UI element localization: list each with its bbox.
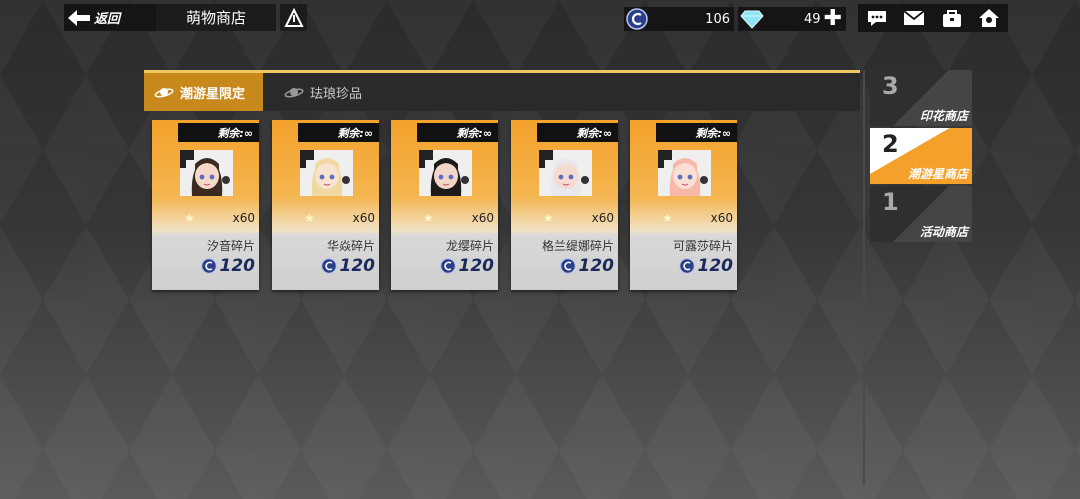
coin-amount: 106 bbox=[705, 11, 730, 27]
remaining-label: 剩余:∞ bbox=[656, 123, 737, 142]
shop-item-card[interactable]: 剩余:∞ ★ x60 可露莎碎片 120 bbox=[630, 120, 737, 290]
star-icon: ★ bbox=[543, 211, 554, 225]
star-icon: ★ bbox=[184, 211, 195, 225]
item-price: 120 bbox=[439, 256, 495, 276]
item-quantity: x60 bbox=[591, 211, 614, 225]
coin-currency-icon bbox=[678, 258, 695, 274]
character-portrait bbox=[419, 150, 472, 196]
item-grid: 剩余:∞ ★ x60 汐音碎片 120 剩余:∞ ★ x60 华焱碎片 120 剩余:∞ ★ x60 龙缨… bbox=[152, 120, 752, 292]
remaining-label: 剩余:∞ bbox=[537, 123, 618, 142]
gem-amount: 49 bbox=[804, 11, 821, 27]
shop-panel-tabs: 潮游星限定 珐琅珍品 bbox=[144, 70, 860, 111]
side-tab-label: 活动商店 bbox=[919, 225, 968, 239]
chat-icon[interactable] bbox=[866, 8, 888, 28]
back-label: 返回 bbox=[94, 12, 121, 27]
remaining-label: 剩余:∞ bbox=[178, 123, 259, 142]
item-price: 120 bbox=[200, 256, 256, 276]
item-name: 格兰缇娜碎片 bbox=[541, 239, 614, 253]
price-value: 120 bbox=[458, 256, 495, 276]
price-value: 120 bbox=[339, 256, 376, 276]
tab-limited-label: 潮游星限定 bbox=[180, 86, 246, 102]
diamond-icon bbox=[740, 10, 764, 29]
character-portrait bbox=[300, 150, 353, 196]
top-icon-group bbox=[858, 4, 1008, 32]
coin-currency-icon bbox=[626, 8, 648, 30]
side-tab-label: 印花商店 bbox=[919, 109, 968, 123]
page-title: 萌物商店 bbox=[156, 4, 276, 31]
character-portrait bbox=[180, 150, 233, 196]
item-name: 华焱碎片 bbox=[326, 239, 375, 253]
item-price: 120 bbox=[559, 256, 615, 276]
coin-currency-icon bbox=[559, 258, 576, 274]
tips-button[interactable] bbox=[280, 4, 307, 31]
back-button[interactable]: 返回 bbox=[64, 4, 156, 31]
tab-treasure[interactable]: 珐琅珍品 bbox=[284, 73, 362, 111]
character-portrait bbox=[658, 150, 711, 196]
back-arrow-icon bbox=[68, 9, 90, 26]
price-value: 120 bbox=[578, 256, 615, 276]
side-tab-event-shop[interactable]: 1 活动商店 bbox=[870, 186, 972, 242]
mail-icon[interactable] bbox=[903, 9, 925, 27]
item-quantity: x60 bbox=[352, 211, 375, 225]
top-bar: 返回 萌物商店 106 49 ✚ bbox=[0, 0, 1080, 36]
gem-counter[interactable]: 49 ✚ bbox=[738, 7, 846, 31]
character-portrait bbox=[539, 150, 592, 196]
item-quantity: x60 bbox=[471, 211, 494, 225]
price-value: 120 bbox=[697, 256, 734, 276]
remaining-label: 剩余:∞ bbox=[298, 123, 379, 142]
side-tab-stamp-shop[interactable]: 3 印花商店 bbox=[870, 70, 972, 126]
tab-limited[interactable]: 潮游星限定 bbox=[144, 73, 263, 111]
item-quantity: x60 bbox=[710, 211, 733, 225]
divider bbox=[863, 70, 865, 485]
tab-treasure-label: 珐琅珍品 bbox=[310, 86, 363, 102]
coin-currency-icon bbox=[320, 258, 337, 274]
item-price: 120 bbox=[320, 256, 376, 276]
side-tab-chaoyouxing-shop[interactable]: 2 潮游星商店 bbox=[870, 128, 972, 184]
item-name: 可露莎碎片 bbox=[672, 239, 733, 253]
star-icon: ★ bbox=[423, 211, 434, 225]
planet-icon bbox=[284, 88, 304, 98]
star-icon: ★ bbox=[304, 211, 315, 225]
bag-icon[interactable] bbox=[941, 8, 963, 28]
star-icon: ★ bbox=[662, 211, 673, 225]
item-name: 龙缨碎片 bbox=[445, 239, 494, 253]
planet-icon bbox=[154, 88, 174, 98]
hazard-warning-icon bbox=[283, 7, 304, 27]
shop-item-card[interactable]: 剩余:∞ ★ x60 汐音碎片 120 bbox=[152, 120, 259, 290]
shop-item-card[interactable]: 剩余:∞ ★ x60 龙缨碎片 120 bbox=[391, 120, 498, 290]
home-icon[interactable] bbox=[978, 8, 1000, 28]
side-tab-label: 潮游星商店 bbox=[907, 167, 968, 181]
side-tab-number: 1 bbox=[882, 188, 899, 216]
coin-counter[interactable]: 106 bbox=[624, 7, 734, 31]
price-value: 120 bbox=[219, 256, 256, 276]
coin-currency-icon bbox=[439, 258, 456, 274]
coin-currency-icon bbox=[200, 258, 217, 274]
shop-item-card[interactable]: 剩余:∞ ★ x60 华焱碎片 120 bbox=[272, 120, 379, 290]
add-gems-icon[interactable]: ✚ bbox=[824, 8, 842, 30]
item-name: 汐音碎片 bbox=[206, 239, 255, 253]
item-quantity: x60 bbox=[232, 211, 255, 225]
item-price: 120 bbox=[678, 256, 734, 276]
side-tab-number: 2 bbox=[882, 130, 899, 158]
side-tab-number: 3 bbox=[882, 72, 899, 100]
shop-item-card[interactable]: 剩余:∞ ★ x60 格兰缇娜碎片 120 bbox=[511, 120, 618, 290]
remaining-label: 剩余:∞ bbox=[417, 123, 498, 142]
